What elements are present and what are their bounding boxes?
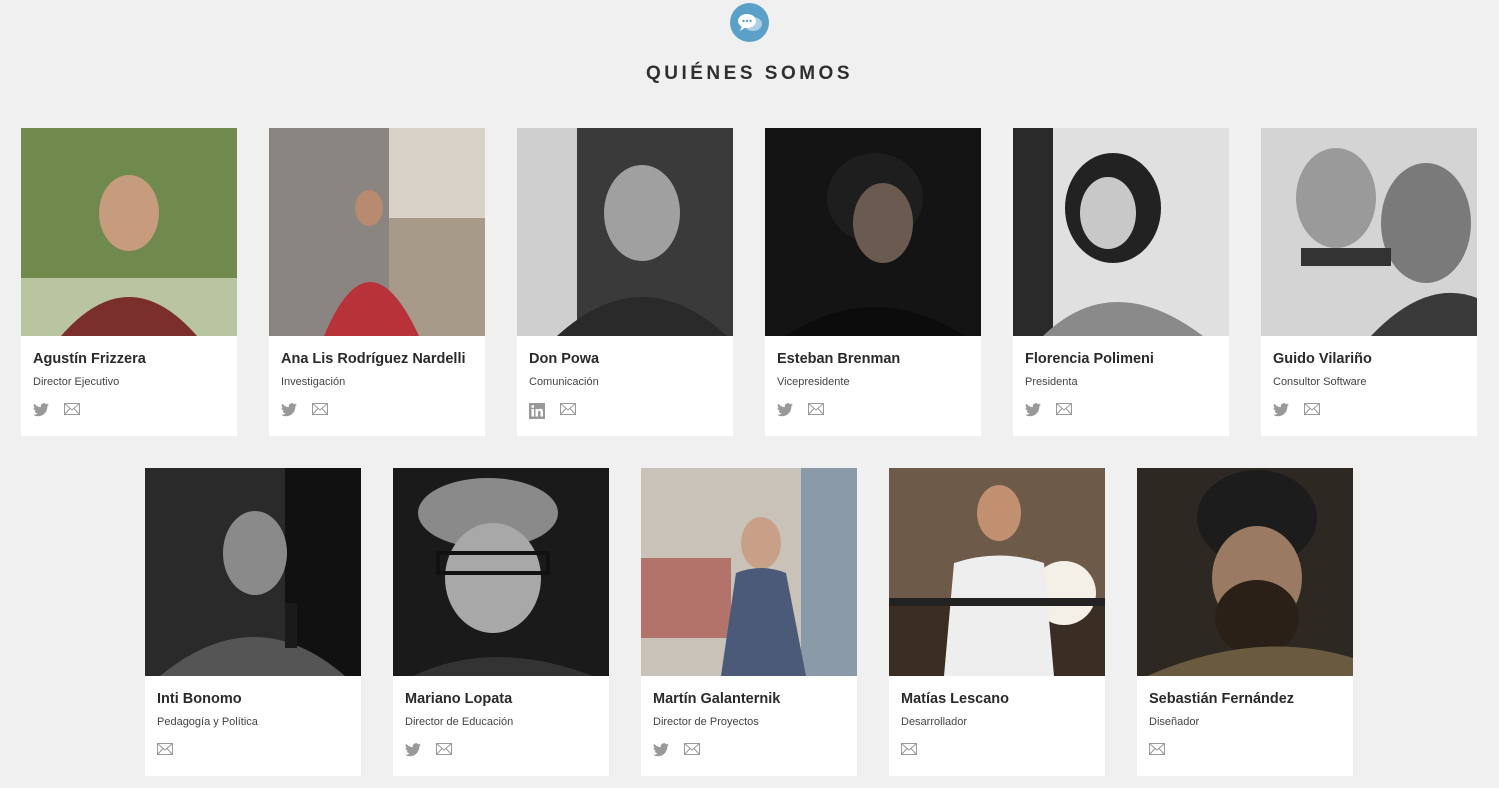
member-name: Mariano Lopata xyxy=(405,691,513,707)
member-role: Diseñador xyxy=(1149,716,1200,728)
member-role: Vicepresidente xyxy=(777,376,850,388)
member-role: Pedagogía y Política xyxy=(157,716,258,728)
team-card: Guido Vilariño Consultor Software xyxy=(1261,128,1477,436)
email-icon[interactable] xyxy=(312,403,328,417)
email-icon[interactable] xyxy=(901,743,917,757)
team-card: Don Powa Comunicación xyxy=(517,128,733,436)
member-role: Desarrollador xyxy=(901,716,968,728)
email-icon[interactable] xyxy=(684,743,700,757)
team-card: Florencia Polimeni Presidenta xyxy=(1013,128,1229,436)
member-role: Director Ejecutivo xyxy=(33,376,120,388)
twitter-icon[interactable] xyxy=(405,743,421,757)
member-photo xyxy=(21,128,237,336)
member-name: Sebastián Fernández xyxy=(1149,691,1295,707)
member-photo xyxy=(1137,468,1353,676)
team-card: Inti Bonomo Pedagogía y Política xyxy=(145,468,361,776)
member-name: Agustín Frizzera xyxy=(33,351,146,367)
member-role: Director de Proyectos xyxy=(653,716,759,728)
member-name: Guido Vilariño xyxy=(1273,351,1372,367)
member-name: Don Powa xyxy=(529,351,600,367)
email-icon[interactable] xyxy=(1056,403,1072,417)
member-name: Inti Bonomo xyxy=(157,691,242,707)
member-photo xyxy=(269,128,485,336)
member-role: Presidenta xyxy=(1025,376,1078,388)
team-card: Ana Lis Rodríguez Nardelli Investigación xyxy=(269,128,485,436)
team-card: Martín Galanternik Director de Proyectos xyxy=(641,468,857,776)
twitter-icon[interactable] xyxy=(1273,403,1289,417)
twitter-icon[interactable] xyxy=(33,403,49,417)
member-photo xyxy=(641,468,857,676)
member-photo xyxy=(1261,128,1477,336)
member-role: Investigación xyxy=(281,376,346,388)
twitter-icon[interactable] xyxy=(281,403,297,417)
member-name: Florencia Polimeni xyxy=(1025,351,1154,367)
email-icon[interactable] xyxy=(436,743,452,757)
email-icon[interactable] xyxy=(1149,743,1165,757)
team-card: Esteban Brenman Vicepresidente xyxy=(765,128,981,436)
member-photo xyxy=(517,128,733,336)
team-card: Agustín Frizzera Director Ejecutivo xyxy=(21,128,237,436)
email-icon[interactable] xyxy=(808,403,824,417)
member-name: Esteban Brenman xyxy=(777,351,901,367)
member-photo xyxy=(889,468,1105,676)
email-icon[interactable] xyxy=(157,743,173,757)
email-icon[interactable] xyxy=(64,403,80,417)
member-name: Ana Lis Rodríguez Nardelli xyxy=(281,351,466,367)
team-card: Mariano Lopata Director de Educación xyxy=(393,468,609,776)
member-role: Comunicación xyxy=(529,376,599,388)
email-icon[interactable] xyxy=(1304,403,1320,417)
member-photo xyxy=(393,468,609,676)
member-photo xyxy=(765,128,981,336)
member-role: Consultor Software xyxy=(1273,376,1367,388)
team-card: Sebastián Fernández Diseñador xyxy=(1137,468,1353,776)
section-title: QUIÉNES SOMOS xyxy=(645,63,854,84)
member-name: Matías Lescano xyxy=(901,691,1009,707)
twitter-icon[interactable] xyxy=(777,403,793,417)
linkedin-icon[interactable] xyxy=(529,403,545,419)
chat-bubbles-icon xyxy=(730,3,769,42)
team-card: Matías Lescano Desarrollador xyxy=(889,468,1105,776)
member-role: Director de Educación xyxy=(405,716,514,728)
twitter-icon[interactable] xyxy=(1025,403,1041,417)
email-icon[interactable] xyxy=(560,403,576,417)
member-photo xyxy=(145,468,361,676)
member-name: Martín Galanternik xyxy=(653,691,781,707)
member-photo xyxy=(1013,128,1229,336)
twitter-icon[interactable] xyxy=(653,743,669,757)
